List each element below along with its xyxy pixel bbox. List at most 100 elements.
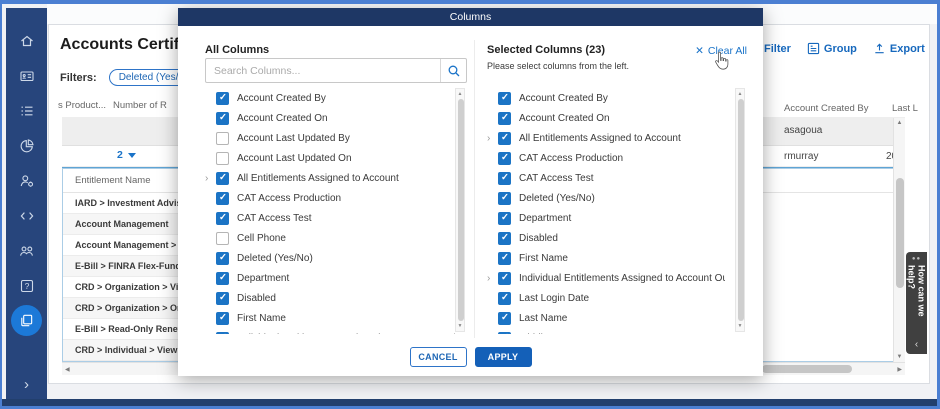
checkbox[interactable] [498,92,511,105]
checkbox[interactable] [216,92,229,105]
column-item[interactable]: Deleted (Yes/No) [487,188,725,208]
filter-button[interactable]: Filter [764,43,791,55]
column-item[interactable]: CAT Access Test [487,168,725,188]
checkbox[interactable] [498,172,511,185]
column-item[interactable]: Disabled [205,288,455,308]
expand-chevron-icon[interactable]: › [205,173,216,184]
all-columns-scrollbar[interactable]: ▲ ▼ [455,88,465,332]
user-settings-icon[interactable] [14,168,39,193]
checkbox[interactable] [498,152,511,165]
column-item[interactable]: Last Login Date [487,288,725,308]
column-item[interactable]: Account Last Updated By [205,128,455,148]
scroll-down-icon[interactable]: ▼ [894,354,905,360]
column-item[interactable]: ›Individual Entitlements Assigned to Acc… [487,268,725,288]
checkbox[interactable] [216,232,229,245]
home-icon[interactable] [14,28,39,53]
checkbox[interactable] [498,212,511,225]
column-item[interactable]: First Name [487,248,725,268]
checkbox[interactable] [498,292,511,305]
checkbox[interactable] [498,232,511,245]
search-icon[interactable] [440,59,466,82]
checkbox[interactable] [216,132,229,145]
column-item[interactable]: Cell Phone [205,228,455,248]
column-item[interactable]: Department [205,268,455,288]
apply-button[interactable]: APPLY [475,347,532,367]
checkbox[interactable] [498,192,511,205]
columns-modal: Columns All Columns Account Created ByAc… [178,8,763,376]
help-collapse-icon[interactable]: ‹ [915,339,918,350]
export-button[interactable]: Export [873,42,925,55]
count-dropdown-value: 2 [117,149,123,161]
user-group-icon[interactable] [14,238,39,263]
checkbox[interactable] [498,272,511,285]
column-item[interactable]: Last Name [487,308,725,328]
column-header-created-by[interactable]: Account Created By [784,103,869,114]
column-item[interactable]: ›All Entitlements Assigned to Account [487,128,725,148]
column-item[interactable]: First Name [205,308,455,328]
column-header-records[interactable]: Number of R [113,100,167,111]
column-item[interactable]: Account Created By [205,88,455,108]
checkbox[interactable] [498,332,511,335]
quick-action-button[interactable] [11,305,42,336]
scroll-up-icon[interactable]: ▲ [736,91,744,97]
checkbox[interactable] [216,312,229,325]
checkbox[interactable] [216,212,229,225]
checkbox[interactable] [498,132,511,145]
checkbox[interactable] [498,312,511,325]
checkbox[interactable] [216,252,229,265]
scroll-thumb[interactable] [458,99,464,321]
scroll-right-icon[interactable]: ▶ [897,366,902,373]
checkbox[interactable] [216,332,229,335]
scroll-up-icon[interactable]: ▲ [456,91,464,97]
column-item[interactable]: CAT Access Production [205,188,455,208]
column-item[interactable]: Deleted (Yes/No) [205,248,455,268]
scroll-left-icon[interactable]: ◀ [65,366,70,373]
checkbox[interactable] [216,272,229,285]
column-item[interactable]: Account Created On [205,108,455,128]
column-item[interactable]: CAT Access Production [487,148,725,168]
selected-columns-scrollbar[interactable]: ▲ ▼ [735,88,745,332]
task-list-icon[interactable] [14,98,39,123]
checkbox[interactable] [216,192,229,205]
column-item[interactable]: Account Last Updated On [205,148,455,168]
group-icon [807,42,820,55]
scroll-down-icon[interactable]: ▼ [456,323,464,329]
sidebar-expand-chevron[interactable]: › [6,376,47,393]
column-item[interactable]: CAT Access Test [205,208,455,228]
scroll-down-icon[interactable]: ▼ [736,323,744,329]
column-item[interactable]: Department [487,208,725,228]
vertical-scroll-thumb[interactable] [896,178,904,288]
column-label: Last Login Date [519,293,589,304]
horizontal-scroll-thumb[interactable] [762,365,852,373]
group-button[interactable]: Group [807,42,857,55]
checkbox[interactable] [216,292,229,305]
column-item[interactable]: ›Individual Entitlements Assigned to Acc… [205,328,455,334]
column-header-product[interactable]: s Product... [58,100,106,111]
checkbox[interactable] [498,252,511,265]
cancel-button[interactable]: CANCEL [410,347,467,367]
column-item[interactable]: Disabled [487,228,725,248]
checkbox[interactable] [216,172,229,185]
count-dropdown[interactable]: 2 [117,149,136,161]
help-icon[interactable]: ? [14,273,39,298]
column-item[interactable]: ›All Entitlements Assigned to Account [205,168,455,188]
search-input[interactable] [206,65,440,77]
column-item[interactable]: Account Created By [487,88,725,108]
column-item[interactable]: Account Created On [487,108,725,128]
expand-chevron-icon[interactable]: › [487,133,498,144]
help-tab[interactable]: ●● How can we help? ‹ [906,252,927,354]
code-icon[interactable] [14,203,39,228]
expand-chevron-icon[interactable]: › [487,273,498,284]
expand-chevron-icon[interactable]: › [205,333,216,335]
column-header-last[interactable]: Last L [892,103,918,114]
drag-handle-icon: ●● [912,256,921,262]
checkbox[interactable] [216,112,229,125]
vertical-scrollbar[interactable]: ▲ ▼ [893,118,905,362]
column-item[interactable]: Middle Name [487,328,725,334]
pie-chart-icon[interactable] [14,133,39,158]
id-card-icon[interactable] [14,63,39,88]
scroll-thumb[interactable] [738,99,744,321]
checkbox[interactable] [498,112,511,125]
scroll-up-icon[interactable]: ▲ [894,120,905,126]
checkbox[interactable] [216,152,229,165]
